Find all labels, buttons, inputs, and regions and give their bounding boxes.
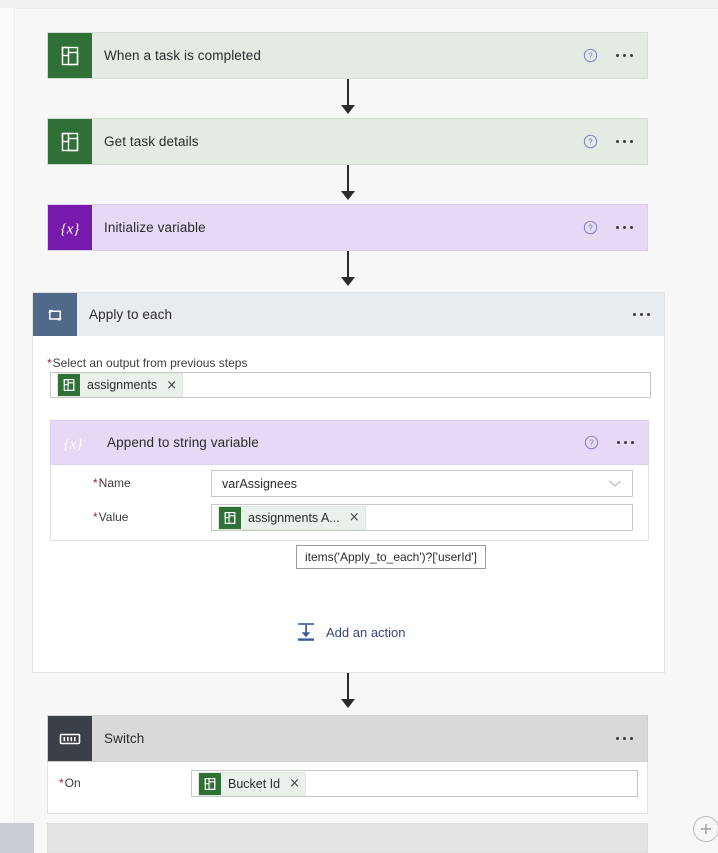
- required-marker: *: [93, 510, 98, 524]
- loop-icon: [33, 293, 77, 336]
- ellipsis-icon[interactable]: [631, 311, 652, 318]
- required-marker: *: [47, 356, 52, 370]
- connector-arrow: [341, 699, 355, 708]
- step-card-switch[interactable]: Switch: [47, 715, 648, 762]
- switch-case-icon-partial: [0, 823, 34, 853]
- step-card-initialize-variable[interactable]: {x} Initialize variable ?: [47, 204, 648, 251]
- apply-to-each-title: Apply to each: [89, 307, 173, 322]
- help-icon[interactable]: ?: [583, 134, 598, 149]
- name-value: varAssignees: [222, 476, 298, 491]
- help-icon[interactable]: ?: [583, 220, 598, 235]
- planner-icon: [199, 772, 221, 795]
- token-label: assignments: [87, 378, 158, 392]
- value-input[interactable]: assignments A... ×: [211, 504, 633, 531]
- add-an-action-button[interactable]: Add an action: [295, 622, 406, 642]
- apply-to-each-header[interactable]: Apply to each: [33, 293, 664, 336]
- on-field-label: *On: [59, 776, 81, 790]
- zoom-in-button[interactable]: [693, 816, 718, 842]
- on-input[interactable]: Bucket Id ×: [191, 770, 638, 797]
- ellipsis-icon[interactable]: [615, 439, 636, 446]
- connector-arrow: [341, 105, 355, 114]
- token-assignments[interactable]: assignments ×: [57, 373, 184, 397]
- inner-card-form: *Name varAssignees *Value assignments A.…: [50, 465, 649, 541]
- svg-text:{x}: {x}: [64, 436, 83, 452]
- connector-arrow: [341, 191, 355, 200]
- svg-text:?: ?: [588, 138, 593, 147]
- token-remove-icon[interactable]: ×: [289, 777, 300, 790]
- chevron-down-icon[interactable]: [608, 476, 622, 491]
- planner-icon: [48, 119, 92, 164]
- svg-text:{x}: {x}: [61, 221, 80, 237]
- value-field-label: *Value: [93, 510, 129, 524]
- svg-text:?: ?: [589, 439, 594, 448]
- svg-text:?: ?: [588, 52, 593, 61]
- planner-icon: [58, 374, 80, 396]
- step-title: When a task is completed: [104, 48, 261, 63]
- help-icon[interactable]: ?: [584, 435, 599, 450]
- token-bucket-id[interactable]: Bucket Id ×: [198, 771, 307, 796]
- name-field-label: *Name: [93, 476, 131, 490]
- connector-arrow: [341, 277, 355, 286]
- append-to-string-variable-card: {x} Append to string variable ? *Name va…: [50, 420, 649, 541]
- help-icon[interactable]: ?: [583, 48, 598, 63]
- variable-braces-icon: {x}: [48, 205, 92, 250]
- step-card-get-task-details[interactable]: Get task details ?: [47, 118, 648, 165]
- token-label: assignments A...: [248, 510, 340, 525]
- ellipsis-icon[interactable]: [614, 735, 635, 742]
- token-remove-icon[interactable]: ×: [166, 379, 177, 392]
- ellipsis-icon[interactable]: [614, 224, 635, 231]
- svg-text:?: ?: [588, 224, 593, 233]
- ellipsis-icon[interactable]: [614, 52, 635, 59]
- token-remove-icon[interactable]: ×: [349, 511, 360, 524]
- name-dropdown[interactable]: varAssignees: [211, 470, 633, 497]
- required-marker: *: [93, 476, 98, 490]
- expression-tooltip: items('Apply_to_each')?['userId']: [296, 545, 486, 569]
- switch-case-card-partial[interactable]: [47, 823, 648, 853]
- left-rail: [0, 8, 15, 841]
- step-title: Get task details: [104, 134, 199, 149]
- insert-action-icon: [295, 622, 317, 642]
- flow-designer-canvas: When a task is completed ? Get task deta…: [0, 0, 718, 853]
- top-chrome-strip: [0, 0, 718, 9]
- step-card-when-a-task-is-completed[interactable]: When a task is completed ?: [47, 32, 648, 79]
- select-output-input[interactable]: assignments ×: [50, 372, 651, 398]
- append-to-string-variable-header[interactable]: {x} Append to string variable ?: [50, 420, 649, 465]
- step-title: Initialize variable: [104, 220, 206, 235]
- step-title: Switch: [104, 731, 145, 746]
- plus-icon: [701, 824, 711, 834]
- token-assignments-assigned[interactable]: assignments A... ×: [218, 505, 366, 530]
- variable-braces-icon: {x}: [51, 421, 95, 464]
- planner-icon: [219, 506, 241, 529]
- required-marker: *: [59, 776, 64, 790]
- inner-card-title: Append to string variable: [107, 435, 259, 450]
- apply-to-each-container: Apply to each *Select an output from pre…: [32, 292, 665, 673]
- switch-icon: [48, 716, 92, 761]
- token-label: Bucket Id: [228, 776, 281, 791]
- select-output-label: *Select an output from previous steps: [47, 356, 248, 370]
- ellipsis-icon[interactable]: [614, 138, 635, 145]
- add-an-action-label: Add an action: [326, 624, 406, 640]
- switch-form: *On Bucket Id ×: [47, 762, 648, 814]
- planner-icon: [48, 33, 92, 78]
